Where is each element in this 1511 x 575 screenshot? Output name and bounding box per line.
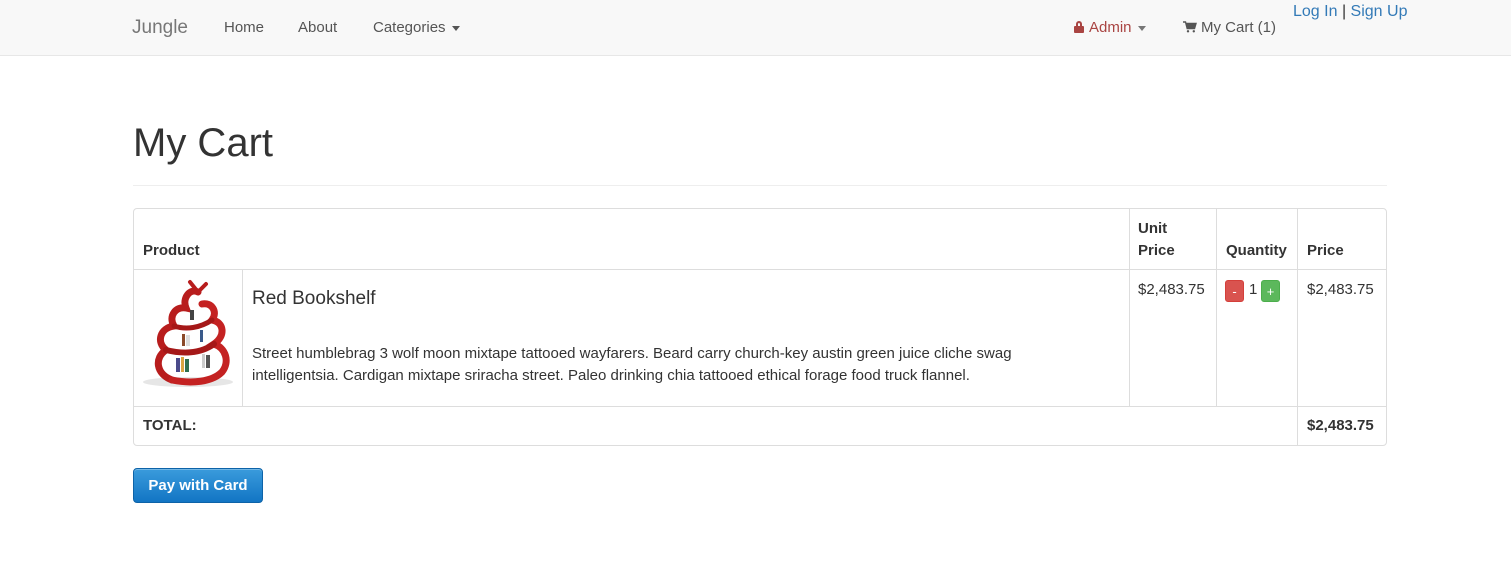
pay-with-card-button[interactable]: Pay with Card (133, 468, 263, 503)
page-divider (133, 185, 1387, 186)
increase-quantity-button[interactable]: + (1261, 280, 1280, 302)
total-value: $2,483.75 (1307, 417, 1374, 434)
header-quantity: Quantity (1226, 242, 1287, 259)
product-unit-price: $2,483.75 (1138, 281, 1205, 298)
signup-link[interactable]: Sign Up (1351, 3, 1408, 20)
caret-down-icon (1137, 25, 1146, 31)
top-navbar: Jungle Home About Categories Admin My Ca… (0, 0, 1511, 56)
auth-separator: | (1341, 3, 1347, 20)
product-name: Red Bookshelf (252, 288, 376, 309)
column-divider (1129, 209, 1130, 406)
auth-links: Log In | Sign Up (1293, 3, 1407, 21)
product-description: Street humblebrag 3 wolf moon mixtape ta… (252, 345, 1012, 384)
decrease-quantity-button[interactable]: - (1225, 280, 1244, 302)
table-row-product-image-cell (134, 270, 242, 406)
categories-label: Categories (373, 19, 446, 36)
nav-categories-dropdown[interactable]: Categories (373, 19, 460, 37)
row-divider (134, 406, 1386, 407)
product-price: $2,483.75 (1307, 281, 1374, 298)
login-link[interactable]: Log In (1293, 3, 1337, 20)
cart-label: My Cart (1) (1201, 19, 1276, 36)
lock-icon (1074, 21, 1084, 33)
page-title: My Cart (133, 121, 273, 165)
nav-cart-link[interactable]: My Cart (1) (1183, 19, 1276, 37)
cart-table: Product Unit Price Quantity Price Red Bo… (133, 208, 1387, 446)
product-quantity: 1 (1249, 281, 1258, 298)
admin-label: Admin (1089, 19, 1132, 36)
caret-down-icon (451, 25, 460, 31)
column-divider (1216, 209, 1217, 406)
column-divider (1297, 209, 1298, 445)
nav-about-link[interactable]: About (298, 19, 337, 37)
nav-home-link[interactable]: Home (224, 19, 264, 37)
total-label: TOTAL: (143, 417, 197, 434)
product-image (143, 280, 233, 387)
header-price: Price (1307, 242, 1344, 259)
header-unit-price: Unit Price (1138, 220, 1175, 259)
shopping-cart-icon (1183, 21, 1197, 33)
brand-link[interactable]: Jungle (132, 17, 188, 39)
header-product: Product (143, 242, 200, 259)
nav-admin-dropdown[interactable]: Admin (1074, 19, 1146, 37)
